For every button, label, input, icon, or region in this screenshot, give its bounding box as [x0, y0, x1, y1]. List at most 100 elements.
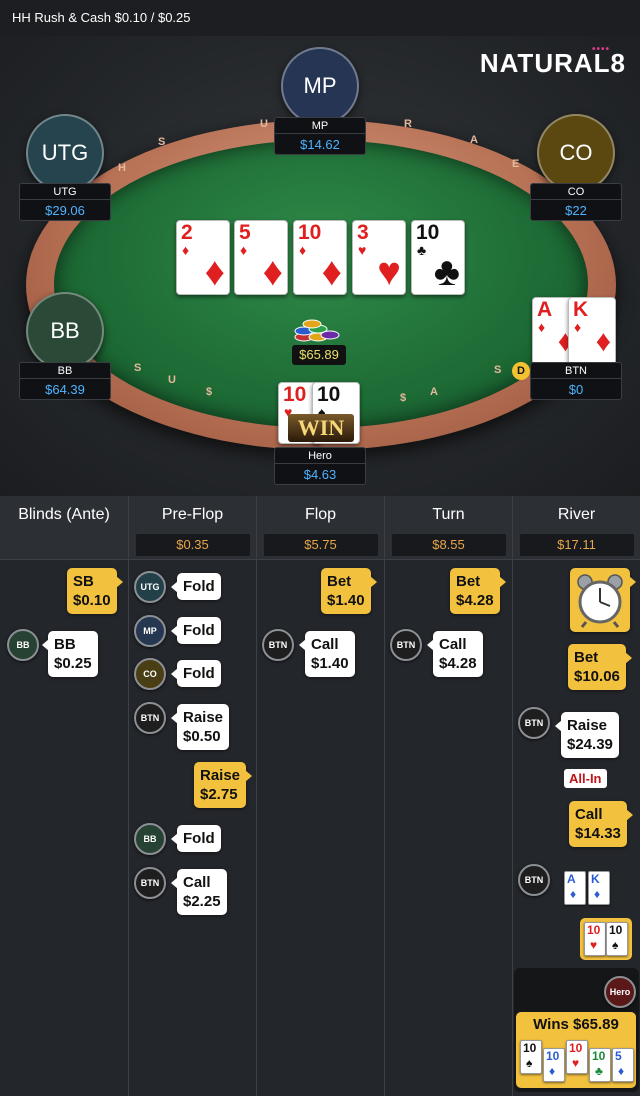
- action-hero-call: Call $14.33: [569, 801, 633, 847]
- card-rank: 10: [609, 923, 623, 937]
- seat-btn-stack: $0: [568, 382, 584, 397]
- card-suit: ♦: [182, 242, 190, 258]
- rail-mark: $: [400, 392, 407, 404]
- rail-mark: $: [206, 386, 213, 398]
- card-suit-big: ♥: [377, 250, 401, 294]
- card-suit: ♥: [590, 938, 598, 952]
- action-hero-bet: Bet $10.06: [568, 644, 632, 690]
- board-card: 3 ♥ ♥: [352, 220, 406, 295]
- card-suit: ♥: [358, 242, 367, 258]
- card-rank: 10: [416, 221, 440, 244]
- seat-utg-stack: $29.06: [45, 203, 85, 218]
- card-rank: A: [537, 298, 553, 321]
- card-suit: ♦: [570, 887, 577, 901]
- seat-bb-name: BB: [20, 363, 110, 379]
- card-suit: ♦: [574, 319, 582, 335]
- column-title: Flop: [304, 506, 337, 523]
- seat-bb-plate: BB $64.39: [19, 362, 111, 400]
- rail-mark: A: [470, 134, 478, 146]
- column-header-preflop: Pre-Flop $0.35: [129, 496, 256, 560]
- pot-amount: $65.89: [292, 345, 346, 365]
- seat-co-avatar[interactable]: CO: [537, 114, 615, 192]
- card-suit: ♠: [612, 938, 619, 952]
- card-suit-big: ♦: [262, 250, 283, 294]
- card-rank: K: [573, 298, 589, 321]
- seat-co-name: CO: [531, 184, 621, 200]
- position-bb-badge: BB: [7, 629, 39, 661]
- card-suit: ♥: [572, 1056, 580, 1070]
- card-rank: K: [591, 872, 600, 886]
- win-banner: WIN: [288, 414, 354, 442]
- action-sb-post: SB $0.10: [67, 568, 123, 614]
- showdown-card: A ♦: [564, 871, 586, 905]
- seat-bb-avatar[interactable]: BB: [26, 292, 104, 370]
- seat-mp-plate: MP $14.62: [274, 117, 366, 155]
- winning-card: 10 ♠: [520, 1040, 542, 1074]
- card-rank: 10: [592, 1049, 606, 1063]
- winning-card: 10 ♣: [589, 1048, 611, 1082]
- card-rank: 10: [317, 383, 341, 406]
- column-pot: $5.75: [263, 534, 378, 556]
- action-mp-fold: Fold: [171, 617, 221, 644]
- seat-mp-avatar[interactable]: MP: [281, 47, 359, 125]
- position-utg-badge: UTG: [134, 571, 166, 603]
- pot-chips-icon: [294, 319, 340, 342]
- action-hero-bet: Bet $4.28: [450, 568, 506, 614]
- card-suit-big: ♦: [595, 325, 611, 358]
- window-title: HH Rush & Cash $0.10 / $0.25: [0, 0, 640, 36]
- wins-amount: Wins $65.89: [533, 1016, 619, 1033]
- rail-mark: S: [134, 362, 142, 374]
- position-hero-badge: Hero: [604, 976, 636, 1008]
- action-btn-call: Call $2.25: [171, 869, 227, 915]
- rail-mark: E: [512, 158, 520, 170]
- card-rank: 10: [523, 1041, 537, 1055]
- natural8-logo: •••• NATURAL8: [479, 44, 626, 78]
- btn-hole-card: K ♦ ♦: [568, 297, 616, 365]
- column-title: Turn: [432, 506, 465, 523]
- column-title: Pre-Flop: [161, 506, 224, 523]
- card-rank: 10: [587, 923, 601, 937]
- card-rank: 3: [357, 221, 369, 244]
- column-header-river: River $17.11: [513, 496, 640, 560]
- all-in-badge: All-In: [564, 769, 607, 788]
- seat-mp-name: MP: [275, 118, 365, 134]
- column-header-flop: Flop $5.75: [257, 496, 384, 560]
- column-pot: $17.11: [519, 534, 634, 556]
- card-suit: ♠: [526, 1056, 533, 1070]
- card-suit: ♦: [538, 319, 546, 335]
- card-rank: 10: [298, 221, 322, 244]
- position-btn-badge: BTN: [518, 864, 550, 896]
- position-mp-badge: MP: [134, 615, 166, 647]
- position-btn-badge: BTN: [262, 629, 294, 661]
- action-btn-call: Call $1.40: [299, 631, 355, 677]
- card-suit-big: ♦: [204, 250, 225, 294]
- position-btn-badge: BTN: [134, 867, 166, 899]
- card-rank: 10: [283, 383, 307, 406]
- rail-mark: R: [404, 118, 412, 130]
- card-rank: A: [567, 872, 576, 886]
- action-utg-fold: Fold: [171, 573, 221, 600]
- rail-mark: U: [260, 118, 268, 130]
- column-pot: $8.55: [391, 534, 506, 556]
- seat-utg-plate: UTG $29.06: [19, 183, 111, 221]
- action-btn-call: Call $4.28: [427, 631, 483, 677]
- rail-mark: A: [430, 386, 438, 398]
- position-co-badge: CO: [134, 658, 166, 690]
- card-suit-big: ♣: [433, 250, 460, 294]
- action-btn-raise: Raise $24.39: [555, 712, 619, 758]
- seat-hero-stack: $4.63: [303, 467, 337, 482]
- position-btn-badge: BTN: [518, 707, 550, 739]
- seat-co-plate: CO $22: [530, 183, 622, 221]
- position-btn-badge: BTN: [390, 629, 422, 661]
- action-bb-fold: Fold: [171, 825, 221, 852]
- action-hero-raise: Raise $2.75: [194, 762, 253, 808]
- column-pot: $0.35: [135, 534, 250, 556]
- poker-table-area: •••• NATURAL8 H S U R A E S U $ S A $ MP …: [0, 36, 640, 496]
- card-suit-big: ♦: [321, 250, 342, 294]
- alarm-clock-icon: [577, 574, 623, 628]
- rail-mark: U: [168, 374, 176, 386]
- winning-card: 10 ♥: [566, 1040, 588, 1074]
- action-btn-raise: Raise $0.50: [170, 704, 230, 750]
- seat-utg-avatar[interactable]: UTG: [26, 114, 104, 192]
- position-bb-badge: BB: [134, 823, 166, 855]
